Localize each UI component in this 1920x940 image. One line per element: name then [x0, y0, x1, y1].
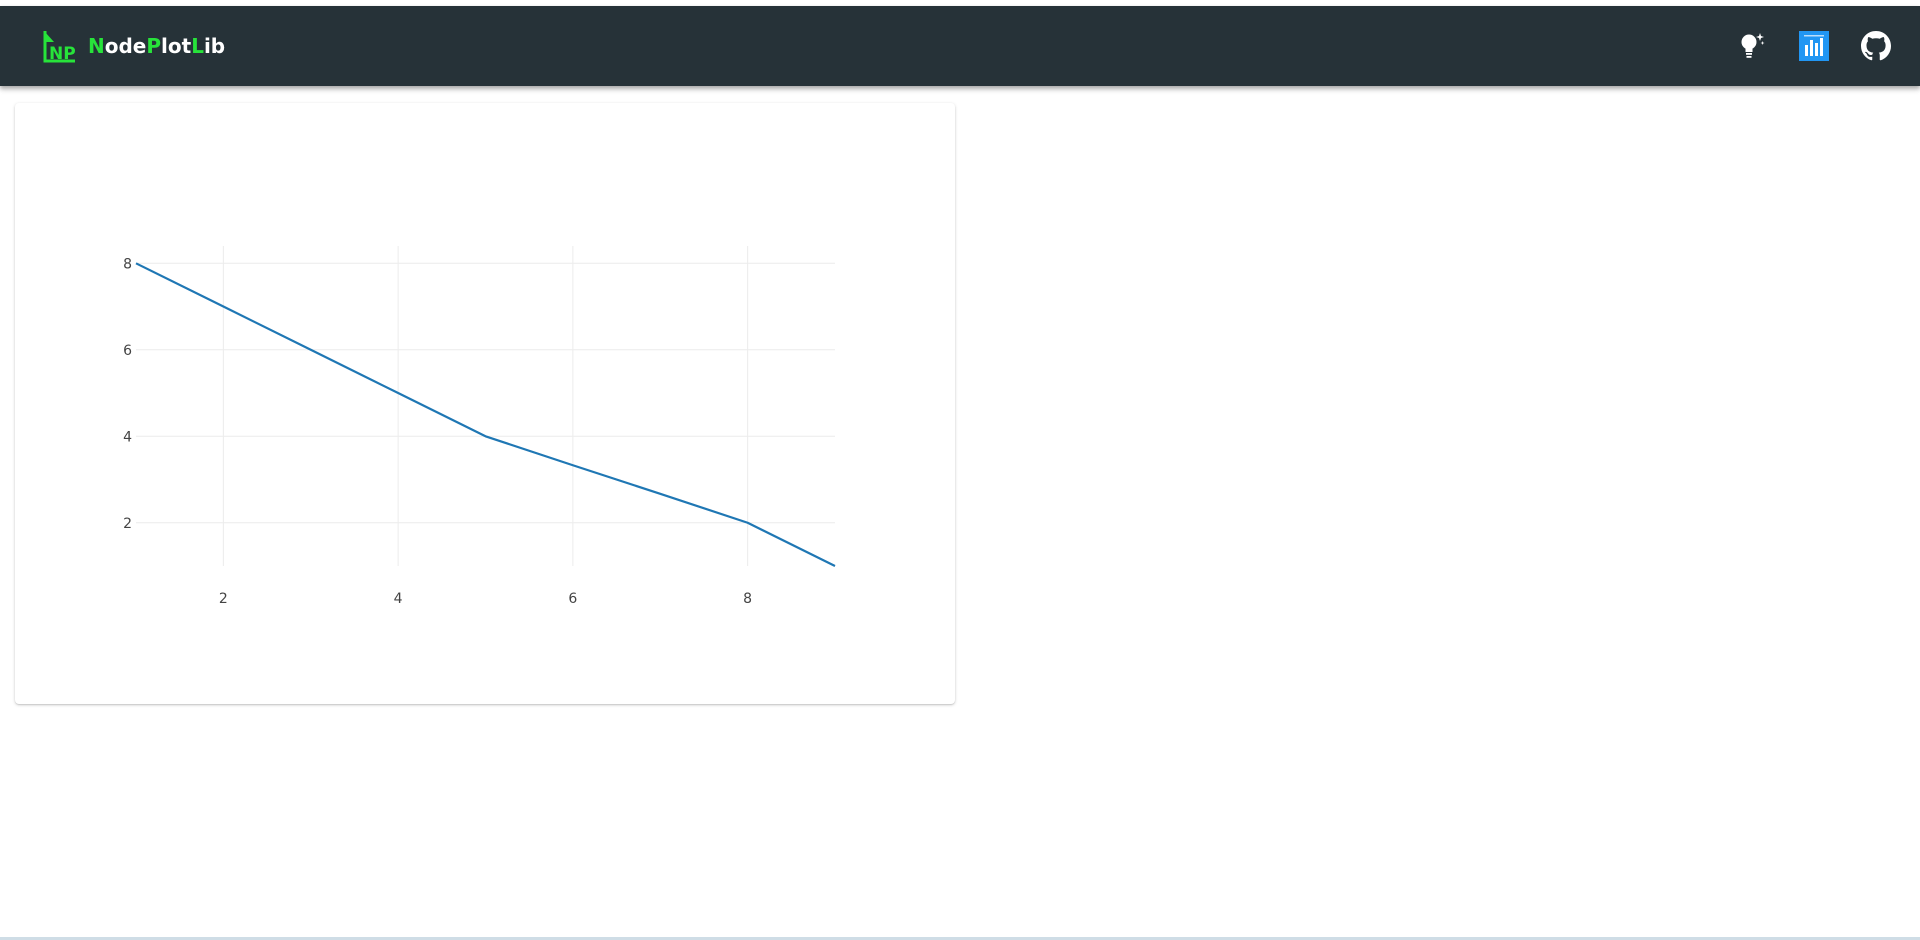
brand-name-part: L [191, 34, 204, 58]
y-tick-label: 6 [123, 343, 132, 359]
series-layer [135, 262, 836, 567]
plots-button[interactable] [1798, 30, 1830, 62]
y-tick-label: 8 [123, 256, 132, 272]
x-axis-ticks: 2 4 6 8 [219, 591, 752, 607]
theme-toggle-button[interactable] [1736, 30, 1768, 62]
brand-name: NodePlotLib [88, 34, 225, 58]
bar-chart-icon [1799, 31, 1829, 61]
x-tick-label: 2 [219, 591, 228, 607]
header-actions [1736, 30, 1892, 62]
brand[interactable]: NP NodePlotLib [42, 26, 225, 66]
app-root: NP NodePlotLib 2 4 6 8 2 4 6 8 [0, 0, 1920, 940]
lightbulb-icon [1741, 33, 1765, 58]
brand-name-part: N [88, 34, 105, 58]
x-tick-label: 8 [743, 591, 752, 607]
x-tick-label: 6 [568, 591, 577, 607]
github-button[interactable] [1860, 30, 1892, 62]
y-axis-ticks: 2 4 6 8 [123, 256, 132, 531]
x-tick-label: 4 [394, 591, 403, 607]
brand-name-part: P [146, 34, 162, 58]
line-chart[interactable]: 2 4 6 8 2 4 6 8 [15, 103, 955, 704]
brand-name-part: lot [161, 34, 192, 58]
series-line[interactable] [135, 262, 836, 567]
top-app-bar: NP NodePlotLib [0, 6, 1920, 86]
svg-text:NP: NP [49, 44, 76, 64]
brand-name-part: ode [104, 34, 147, 58]
brand-name-part: ib [203, 34, 226, 58]
plot-card: 2 4 6 8 2 4 6 8 [15, 103, 955, 704]
y-tick-label: 2 [123, 516, 132, 532]
np-logo-icon: NP [43, 31, 76, 64]
y-tick-label: 4 [123, 429, 132, 445]
github-icon [1861, 31, 1891, 61]
